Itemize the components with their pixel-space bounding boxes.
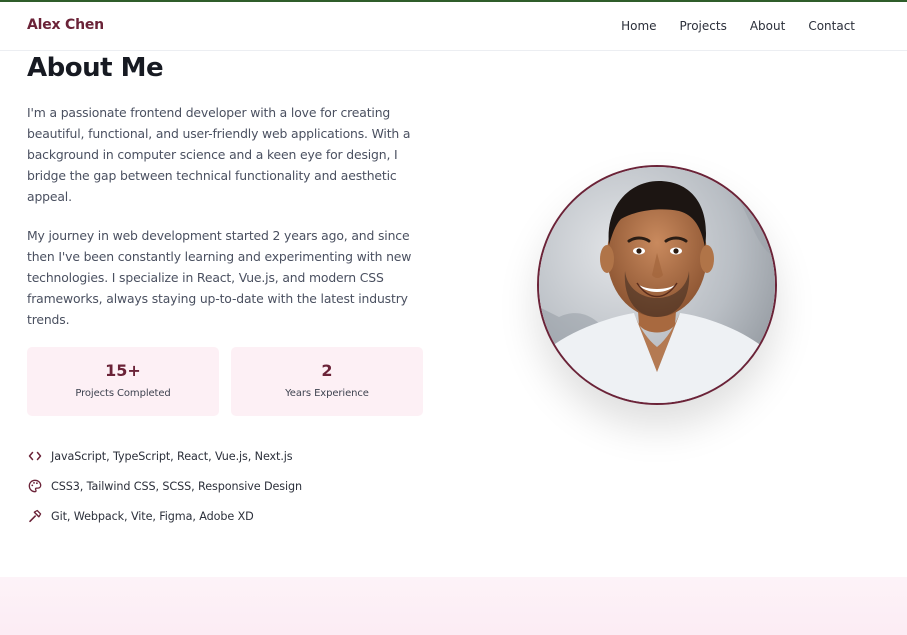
skill-text: Git, Webpack, Vite, Figma, Adobe XD <box>51 509 254 523</box>
stat-value: 2 <box>321 361 333 380</box>
nav-home-link[interactable]: Home <box>621 19 656 33</box>
page-title: About Me <box>27 53 164 83</box>
skill-item: JavaScript, TypeScript, React, Vue.js, N… <box>27 441 302 471</box>
about-paragraph-1: I'm a passionate frontend developer with… <box>27 105 411 204</box>
tools-icon <box>27 508 43 524</box>
brand-logo[interactable]: Alex Chen <box>27 17 104 33</box>
skill-item: CSS3, Tailwind CSS, SCSS, Responsive Des… <box>27 471 302 501</box>
code-icon <box>27 448 43 464</box>
stat-label: Years Experience <box>285 388 369 399</box>
navbar: Alex Chen Home Projects About Contact <box>0 2 907 51</box>
nav-contact-link[interactable]: Contact <box>808 19 855 33</box>
palette-icon <box>27 478 43 494</box>
nav-projects-link[interactable]: Projects <box>680 19 727 33</box>
skill-text: JavaScript, TypeScript, React, Vue.js, N… <box>51 449 293 463</box>
profile-photo <box>537 165 777 405</box>
next-section-band <box>0 577 907 635</box>
stats-row: 15+ Projects Completed 2 Years Experienc… <box>27 347 423 416</box>
stat-label: Projects Completed <box>75 388 171 399</box>
nav-links: Home Projects About Contact <box>621 19 855 33</box>
skill-text: CSS3, Tailwind CSS, SCSS, Responsive Des… <box>51 479 302 493</box>
nav-about-link[interactable]: About <box>750 19 785 33</box>
stat-card-experience: 2 Years Experience <box>231 347 423 416</box>
stat-card-projects: 15+ Projects Completed <box>27 347 219 416</box>
about-paragraph-2: My journey in web development started 2 … <box>27 228 412 327</box>
skill-item: Git, Webpack, Vite, Figma, Adobe XD <box>27 501 302 531</box>
skills-list: JavaScript, TypeScript, React, Vue.js, N… <box>27 441 302 531</box>
stat-value: 15+ <box>105 361 141 380</box>
